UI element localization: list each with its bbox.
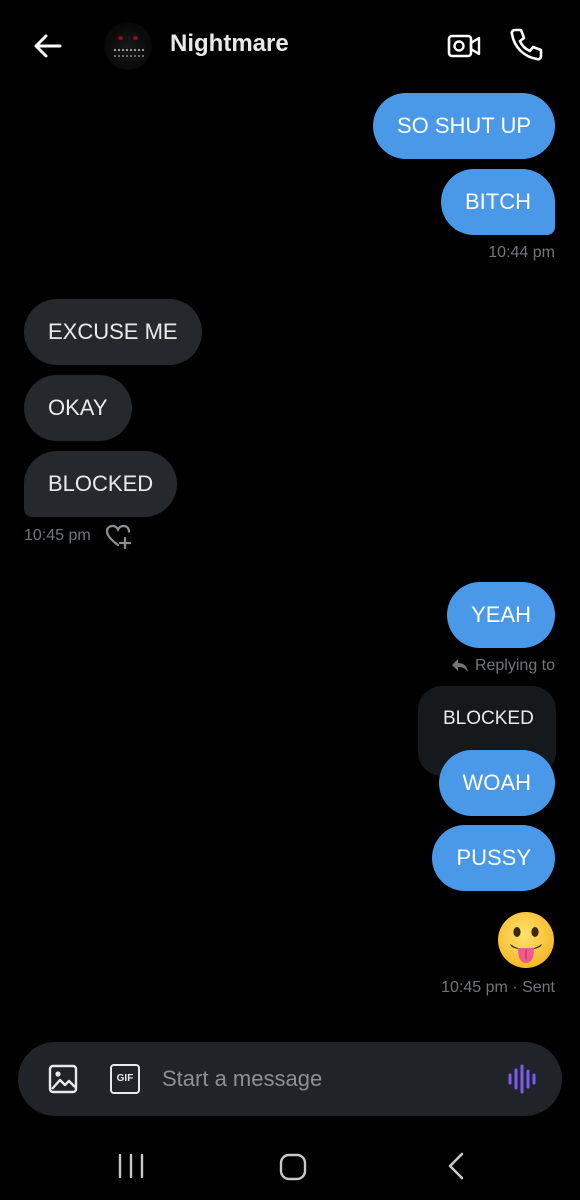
video-call-icon[interactable] — [446, 28, 482, 64]
incoming-message[interactable]: BLOCKED — [24, 451, 178, 517]
phone-icon[interactable] — [508, 26, 544, 62]
home-icon[interactable] — [278, 1152, 308, 1182]
contact-name[interactable]: Nightmare — [170, 30, 289, 58]
face-with-tongue-emoji[interactable] — [497, 911, 555, 969]
message-input[interactable] — [162, 1042, 492, 1116]
recent-apps-icon[interactable] — [116, 1152, 146, 1180]
outgoing-message[interactable]: YEAH — [447, 582, 555, 648]
contact-avatar[interactable] — [104, 22, 152, 70]
back-arrow-icon[interactable] — [30, 28, 66, 64]
incoming-message[interactable]: OKAY — [24, 375, 132, 441]
message-timestamp-sent: 10:45 pm · Sent — [441, 979, 555, 996]
outgoing-message[interactable]: SO SHUT UP — [372, 93, 555, 159]
reply-arrow-icon — [451, 659, 468, 672]
image-icon[interactable] — [48, 1064, 78, 1094]
gif-label: GIF — [116, 1073, 134, 1084]
gif-icon[interactable]: GIF — [110, 1064, 140, 1094]
outgoing-message[interactable]: WOAH — [438, 750, 555, 816]
message-timestamp: 10:45 pm — [24, 527, 91, 544]
system-navigation-bar — [0, 1128, 580, 1200]
replying-to-text: Replying to — [474, 657, 555, 674]
replying-to-label: Replying to — [451, 657, 555, 675]
message-composer: GIF — [18, 1042, 562, 1116]
outgoing-message[interactable]: BITCH — [441, 169, 555, 235]
message-timestamp: 10:44 pm — [488, 244, 555, 261]
heart-plus-reaction-icon[interactable] — [104, 523, 132, 549]
voice-waveform-icon[interactable] — [506, 1064, 538, 1094]
outgoing-message[interactable]: PUSSY — [432, 825, 555, 891]
incoming-message[interactable]: EXCUSE ME — [24, 299, 202, 365]
nav-back-icon[interactable] — [444, 1150, 468, 1182]
conversation-header: Nightmare — [0, 0, 580, 92]
